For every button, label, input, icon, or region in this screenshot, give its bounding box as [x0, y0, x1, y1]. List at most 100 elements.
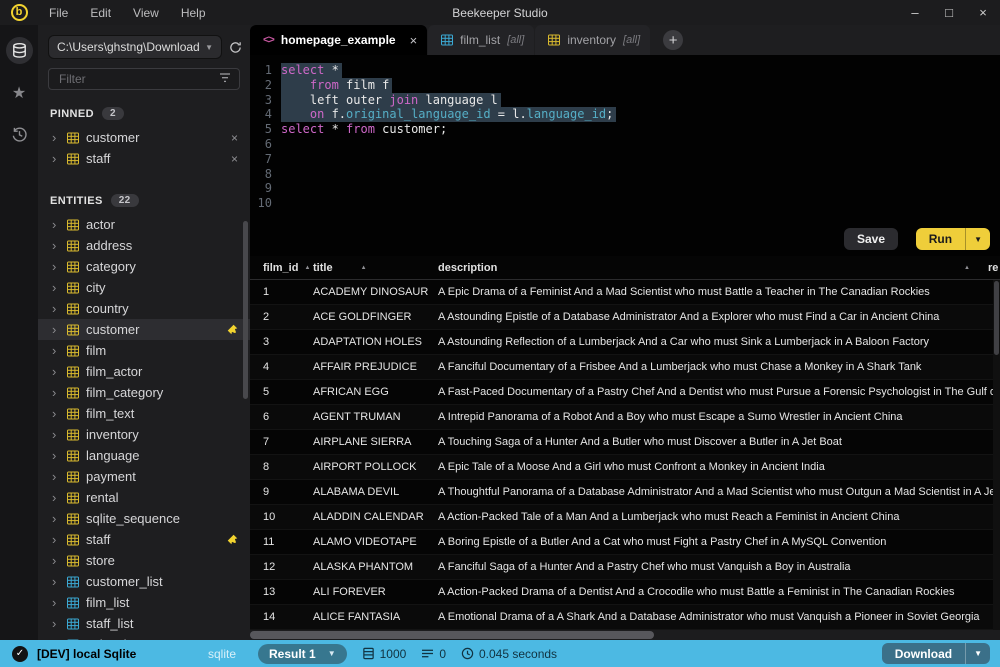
entity-category[interactable]: ›category [38, 256, 250, 277]
run-options-chevron-icon[interactable]: ▼ [965, 228, 990, 250]
table-row[interactable]: 8AIRPORT POLLOCKA Epic Tale of a Moose A… [250, 455, 1000, 480]
entity-payment[interactable]: ›payment [38, 466, 250, 487]
table-row[interactable]: 3ADAPTATION HOLESA Astounding Reflection… [250, 330, 1000, 355]
maximize-icon[interactable]: □ [932, 0, 966, 25]
tab-homepage_example[interactable]: <>homepage_example× [250, 25, 427, 55]
menu-file[interactable]: File [38, 6, 79, 20]
connection-status[interactable]: ✓ [DEV] local Sqlite sqlite [0, 646, 250, 662]
close-tab-icon[interactable]: × [410, 33, 418, 48]
entity-staff_list[interactable]: ›staff_list [38, 613, 250, 634]
entity-film[interactable]: ›film [38, 340, 250, 361]
download-options-chevron-icon[interactable]: ▼ [965, 643, 990, 664]
menu-view[interactable]: View [122, 6, 170, 20]
editor-line[interactable]: 2 from film f [250, 78, 1000, 93]
editor-line[interactable]: 1select * [250, 63, 1000, 78]
chevron-right-icon[interactable]: › [52, 577, 60, 587]
table-row[interactable]: 1ACADEMY DINOSAURA Epic Drama of a Femin… [250, 280, 1000, 305]
scrollbar-handle[interactable] [250, 631, 654, 639]
chevron-right-icon[interactable]: › [52, 514, 60, 524]
chevron-right-icon[interactable]: › [52, 367, 60, 377]
entity-film_list[interactable]: ›film_list [38, 592, 250, 613]
column-header-description[interactable]: description ▲ [438, 262, 988, 274]
filter-input[interactable] [57, 71, 219, 87]
entity-country[interactable]: ›country [38, 298, 250, 319]
chevron-right-icon[interactable]: › [52, 304, 60, 314]
table-row[interactable]: 2ACE GOLDFINGERA Astounding Epistle of a… [250, 305, 1000, 330]
chevron-right-icon[interactable]: › [52, 493, 60, 503]
entity-actor[interactable]: ›actor [38, 214, 250, 235]
chevron-right-icon[interactable]: › [52, 556, 60, 566]
table-row[interactable]: 7AIRPLANE SIERRAA Touching Saga of a Hun… [250, 430, 1000, 455]
pin-icon[interactable] [227, 324, 238, 335]
unpin-close-icon[interactable]: × [231, 131, 238, 145]
chevron-right-icon[interactable]: › [52, 241, 60, 251]
download-button[interactable]: Download ▼ [882, 643, 990, 664]
entity-language[interactable]: ›language [38, 445, 250, 466]
column-header-title[interactable]: title ▲ [313, 262, 438, 274]
entity-customer[interactable]: ›customer [38, 319, 250, 340]
chevron-right-icon[interactable]: › [52, 283, 60, 293]
editor-line[interactable]: 7 [250, 152, 1000, 167]
tab-inventory[interactable]: inventory[all] [535, 25, 650, 55]
column-header-film-id[interactable]: film_id ▲ [250, 262, 313, 274]
editor-line[interactable]: 8 [250, 167, 1000, 182]
result-selector[interactable]: Result 1 ▼ [258, 644, 347, 664]
menu-edit[interactable]: Edit [79, 6, 122, 20]
chevron-right-icon[interactable]: › [52, 133, 60, 143]
entity-film_actor[interactable]: ›film_actor [38, 361, 250, 382]
favorites-star-icon[interactable]: ★ [6, 79, 33, 106]
entity-store[interactable]: ›store [38, 550, 250, 571]
sidebar-scrollbar[interactable] [243, 221, 248, 399]
entity-staff[interactable]: ›staff [38, 529, 250, 550]
table-row[interactable]: 5AFRICAN EGGA Fast-Paced Documentary of … [250, 380, 1000, 405]
table-row[interactable]: 10ALADDIN CALENDARA Action-Packed Tale o… [250, 505, 1000, 530]
table-row[interactable]: 12ALASKA PHANTOMA Fanciful Saga of a Hun… [250, 555, 1000, 580]
table-row[interactable]: 6AGENT TRUMANA Intrepid Panorama of a Ro… [250, 405, 1000, 430]
chevron-right-icon[interactable]: › [52, 619, 60, 629]
editor-line[interactable]: 9 [250, 181, 1000, 196]
table-row[interactable]: 9ALABAMA DEVILA Thoughtful Panorama of a… [250, 480, 1000, 505]
tab-film_list[interactable]: film_list[all] [428, 25, 534, 55]
run-button[interactable]: Run ▼ [916, 228, 990, 250]
pinned-item-staff[interactable]: ›staff× [38, 148, 250, 169]
chevron-right-icon[interactable]: › [52, 451, 60, 461]
entity-sqlite_sequence[interactable]: ›sqlite_sequence [38, 508, 250, 529]
entity-city[interactable]: ›city [38, 277, 250, 298]
entity-inventory[interactable]: ›inventory [38, 424, 250, 445]
pinned-item-customer[interactable]: ›customer× [38, 127, 250, 148]
editor-line[interactable]: 4 on f.original_language_id = l.language… [250, 107, 1000, 122]
chevron-right-icon[interactable]: › [52, 346, 60, 356]
unpin-close-icon[interactable]: × [231, 152, 238, 166]
chevron-right-icon[interactable]: › [52, 154, 60, 164]
chevron-right-icon[interactable]: › [52, 388, 60, 398]
sql-editor[interactable]: 1select *2 from film f3 left outer join … [250, 55, 1000, 223]
chevron-right-icon[interactable]: › [52, 262, 60, 272]
editor-line[interactable]: 6 [250, 137, 1000, 152]
chevron-right-icon[interactable]: › [52, 409, 60, 419]
table-row[interactable]: 14ALICE FANTASIAA Emotional Drama of a A… [250, 605, 1000, 630]
history-icon[interactable] [6, 121, 33, 148]
chevron-right-icon[interactable]: › [52, 472, 60, 482]
database-tables-icon[interactable] [6, 37, 33, 64]
entity-sales_by_store[interactable]: ›sales_by_store [38, 634, 250, 640]
grid-vertical-scrollbar[interactable] [993, 280, 1000, 630]
chevron-right-icon[interactable]: › [52, 640, 60, 641]
close-icon[interactable]: × [966, 0, 1000, 25]
editor-line[interactable]: 5select * from customer; [250, 122, 1000, 137]
grid-horizontal-scrollbar[interactable] [250, 630, 1000, 640]
chevron-right-icon[interactable]: › [52, 220, 60, 230]
chevron-right-icon[interactable]: › [52, 598, 60, 608]
entity-film_category[interactable]: ›film_category [38, 382, 250, 403]
entity-rental[interactable]: ›rental [38, 487, 250, 508]
menu-help[interactable]: Help [170, 6, 217, 20]
entity-film_text[interactable]: ›film_text [38, 403, 250, 424]
column-header-partial[interactable]: re [988, 262, 1000, 274]
connection-selector[interactable]: C:\Users\ghstng\Downloads ▼ [48, 35, 222, 59]
editor-line[interactable]: 3 left outer join language l [250, 93, 1000, 108]
chevron-right-icon[interactable]: › [52, 325, 60, 335]
save-button[interactable]: Save [844, 228, 898, 250]
chevron-right-icon[interactable]: › [52, 430, 60, 440]
entity-customer_list[interactable]: ›customer_list [38, 571, 250, 592]
table-row[interactable]: 11ALAMO VIDEOTAPEA Boring Epistle of a B… [250, 530, 1000, 555]
new-tab-button[interactable]: + [663, 30, 683, 50]
